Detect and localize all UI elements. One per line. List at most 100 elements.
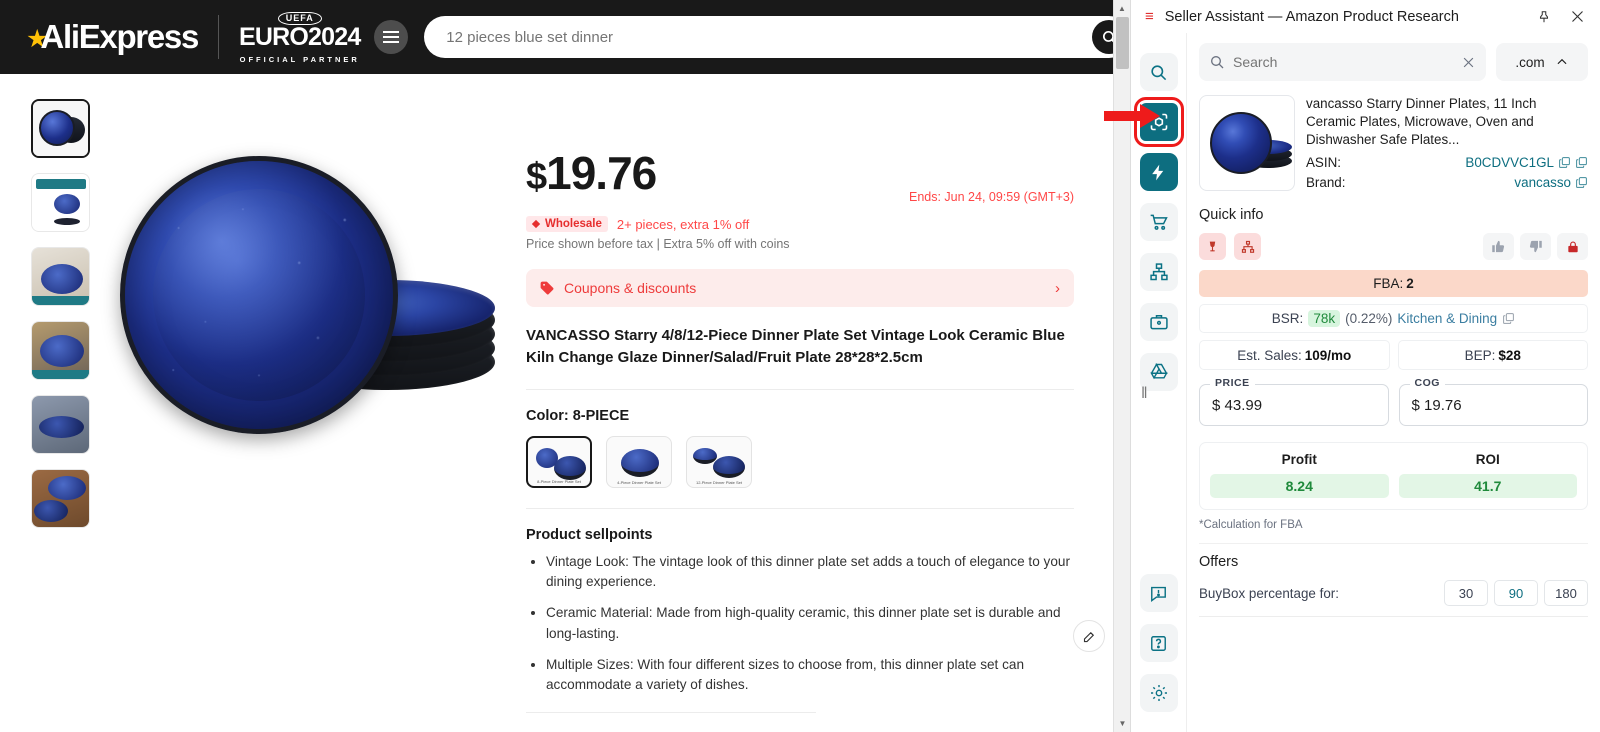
thumbnail-6-meal[interactable] bbox=[31, 469, 90, 528]
variations-icon[interactable] bbox=[1234, 233, 1261, 260]
product-info: vancasso Starry Dinner Plates, 11 Inch C… bbox=[1306, 95, 1588, 191]
extension-titlebar: ≡ Seller Assistant — Amazon Product Rese… bbox=[1131, 0, 1600, 33]
seller-assistant-logo-icon: ≡ bbox=[1145, 7, 1154, 25]
fragile-icon[interactable] bbox=[1199, 233, 1226, 260]
search-icon bbox=[1211, 56, 1224, 69]
tax-note: Price shown before tax | Extra 5% off wi… bbox=[526, 237, 790, 251]
aliexpress-search-bar[interactable] bbox=[424, 16, 1130, 58]
price-field-value: $ 43.99 bbox=[1212, 396, 1263, 414]
aliexpress-header: ★ AliExpress UEFA EURO2024 OFFICIAL PART… bbox=[0, 0, 1130, 74]
swatch-12-piece[interactable]: 12-Piece Dinner Plate Set bbox=[686, 435, 752, 488]
thumbs-up-button[interactable] bbox=[1483, 233, 1514, 260]
currency-symbol: $ bbox=[526, 156, 547, 198]
rail-search[interactable] bbox=[1139, 53, 1178, 91]
sellpoints-heading: Product sellpoints bbox=[526, 526, 653, 543]
swatch-4-piece[interactable]: 4-Piece Dinner Plate Set bbox=[606, 435, 672, 488]
thumbnail-image bbox=[33, 101, 88, 156]
divider bbox=[526, 388, 1074, 390]
copy-icon[interactable] bbox=[1575, 176, 1588, 189]
profit-roi-headers: Profit ROI bbox=[1210, 452, 1577, 467]
bsr-percent: (0.22%) bbox=[1345, 311, 1393, 326]
list-item: Ceramic Material: Made from high-quality… bbox=[546, 603, 1074, 644]
question-box-icon bbox=[1151, 635, 1166, 651]
euro-partner-block: UEFA EURO2024 OFFICIAL PARTNER bbox=[239, 12, 361, 64]
aliexpress-logo-text: AliExpress bbox=[40, 18, 199, 55]
sitemap-icon bbox=[1149, 263, 1168, 281]
copy-icon[interactable] bbox=[1502, 312, 1515, 325]
thumbnail-2-size-diagram[interactable] bbox=[31, 173, 90, 232]
buybox-range-90[interactable]: 90 bbox=[1494, 580, 1538, 606]
bep-label: BEP: bbox=[1464, 347, 1496, 363]
bep-cell: BEP: $28 bbox=[1397, 340, 1588, 370]
rail-quick-view[interactable] bbox=[1139, 153, 1178, 191]
rail-suppliers[interactable] bbox=[1139, 303, 1178, 341]
edit-button[interactable] bbox=[1073, 620, 1105, 652]
coupons-discounts-row[interactable]: Coupons & discounts › bbox=[526, 269, 1074, 307]
list-item: Multiple Sizes: With four different size… bbox=[546, 655, 1074, 696]
product-thumbnail[interactable] bbox=[1199, 95, 1295, 191]
official-partner-text: OFFICIAL PARTNER bbox=[239, 55, 360, 64]
search-icon bbox=[1151, 64, 1167, 80]
price-field[interactable]: PRICE $ 43.99 bbox=[1199, 377, 1389, 426]
search-row: .com bbox=[1199, 43, 1588, 81]
panel-resize-grip[interactable]: ‖ bbox=[1141, 385, 1147, 403]
product-details: $19.76 Ends: Jun 24, 09:59 (GMT+3) Whole… bbox=[526, 150, 1074, 707]
restricted-lock-button[interactable] bbox=[1557, 233, 1588, 260]
product-price: $19.76 bbox=[526, 150, 657, 198]
gear-icon bbox=[1150, 685, 1167, 701]
color-swatches: 8-Piece Dinner Plate Set 4-Piece Dinner … bbox=[526, 435, 1074, 488]
search-input[interactable] bbox=[1233, 54, 1453, 70]
rail-help[interactable] bbox=[1139, 624, 1178, 662]
bsr-category[interactable]: Kitchen & Dining bbox=[1397, 311, 1497, 326]
pencil-icon bbox=[1083, 631, 1094, 642]
close-icon[interactable] bbox=[1566, 6, 1588, 28]
price-cog-fields: PRICE $ 43.99 COG $ 19.76 bbox=[1199, 377, 1588, 426]
rail-variations[interactable] bbox=[1139, 253, 1178, 291]
sellpoints-list: Vintage Look: The vintage look of this d… bbox=[526, 552, 1074, 696]
buybox-range-180[interactable]: 180 bbox=[1544, 580, 1588, 606]
bsr-row: BSR: 78k (0.22%) Kitchen & Dining bbox=[1199, 304, 1588, 333]
scroll-down-arrow-icon[interactable]: ▼ bbox=[1114, 715, 1130, 732]
buybox-range-30[interactable]: 30 bbox=[1444, 580, 1488, 606]
close-icon[interactable] bbox=[1461, 55, 1476, 70]
divider bbox=[526, 507, 1074, 509]
pin-icon[interactable] bbox=[1533, 6, 1555, 28]
copy-icon[interactable] bbox=[1558, 156, 1571, 169]
est-sales-value: 109/mo bbox=[1304, 347, 1352, 363]
est-sales-cell: Est. Sales: 109/mo bbox=[1199, 340, 1390, 370]
extension-panel: ≡ Seller Assistant — Amazon Product Rese… bbox=[1130, 0, 1600, 732]
aliexpress-logo[interactable]: ★ AliExpress bbox=[26, 18, 199, 56]
bep-value: $28 bbox=[1498, 347, 1521, 363]
extension-title: Seller Assistant — Amazon Product Resear… bbox=[1164, 8, 1459, 25]
cog-field-label: COG bbox=[1409, 377, 1445, 389]
brand-row: Brand: vancasso bbox=[1306, 175, 1588, 190]
hamburger-menu-icon[interactable] bbox=[374, 20, 409, 54]
thumbnail-4-cutlery[interactable] bbox=[31, 321, 90, 380]
extension-icon-rail: ‖ bbox=[1131, 33, 1187, 732]
rail-alerts[interactable] bbox=[1139, 574, 1178, 612]
metrics-row: Est. Sales: 109/mo BEP: $28 bbox=[1199, 340, 1588, 370]
thumbnail-image bbox=[32, 322, 89, 379]
thumbs-down-button[interactable] bbox=[1520, 233, 1551, 260]
price-field-label: PRICE bbox=[1210, 377, 1255, 389]
swatch-8-piece[interactable]: 8-Piece Dinner Plate Set bbox=[526, 435, 592, 488]
rail-cart[interactable] bbox=[1139, 203, 1178, 241]
scrollbar-thumb[interactable] bbox=[1116, 17, 1129, 69]
thumbnail-3-table-setting[interactable] bbox=[31, 247, 90, 306]
swatch-plate bbox=[621, 448, 659, 477]
search-input[interactable] bbox=[446, 28, 1126, 46]
swatch-plate bbox=[713, 455, 745, 478]
domain-selector[interactable]: .com bbox=[1496, 43, 1588, 81]
copy-icon[interactable] bbox=[1575, 156, 1588, 169]
extension-search-box[interactable] bbox=[1199, 43, 1486, 81]
scroll-up-arrow-icon[interactable]: ▲ bbox=[1114, 0, 1130, 17]
divider bbox=[526, 712, 816, 713]
offers-heading: Offers bbox=[1199, 554, 1239, 570]
rail-settings[interactable] bbox=[1139, 674, 1178, 712]
thumbnail-1-plate-front[interactable] bbox=[31, 99, 90, 158]
list-item: Vintage Look: The vintage look of this d… bbox=[546, 552, 1074, 593]
cog-field[interactable]: COG $ 19.76 bbox=[1398, 377, 1588, 426]
main-product-image[interactable] bbox=[110, 110, 510, 510]
thumbnail-5-held-plate[interactable] bbox=[31, 395, 90, 454]
fba-label: FBA: bbox=[1373, 276, 1404, 291]
